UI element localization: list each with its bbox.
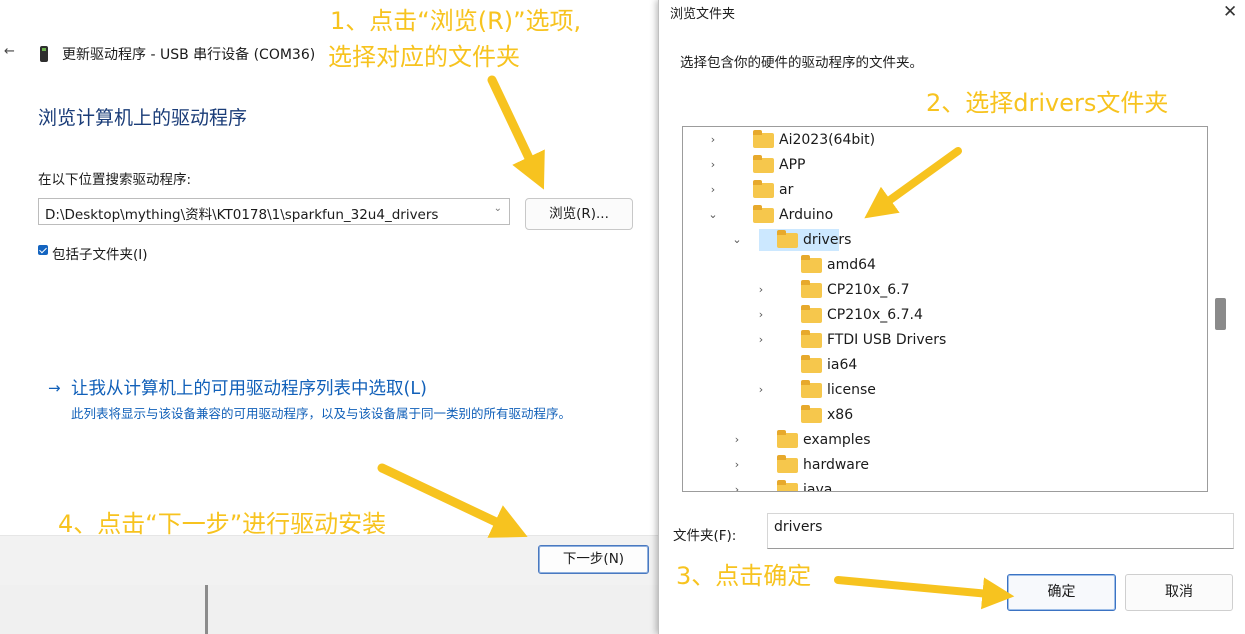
annotation-step3: 3、点击确定 xyxy=(676,562,812,590)
annotation-step1-line2: 选择对应的文件夹 xyxy=(328,43,520,71)
annotation-step2: 2、选择drivers文件夹 xyxy=(926,89,1169,117)
annotation-arrow-step4 xyxy=(377,463,528,538)
annotation-arrow-step3 xyxy=(834,576,1015,610)
annotation-step4: 4、点击“下一步”进行驱动安装 xyxy=(58,510,387,538)
annotation-arrow-step1 xyxy=(487,75,545,190)
annotation-step1-line1: 1、点击“浏览(R)”选项, xyxy=(330,7,582,35)
annotation-arrow-step2 xyxy=(864,147,962,219)
